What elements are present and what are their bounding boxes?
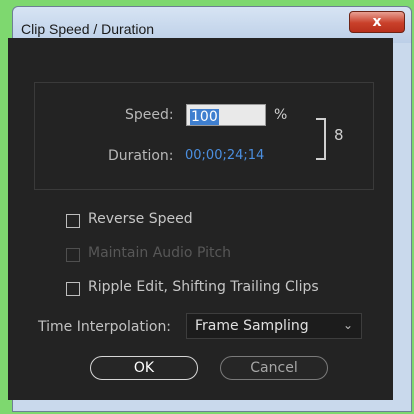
window-title: Clip Speed / Duration — [21, 21, 155, 37]
close-button[interactable]: x — [349, 11, 405, 33]
percent-unit: % — [274, 107, 288, 123]
cancel-button[interactable]: Cancel — [220, 356, 328, 380]
time-interpolation-select[interactable]: Frame Sampling ⌄ — [186, 313, 362, 339]
chevron-down-icon: ⌄ — [342, 318, 353, 332]
time-interpolation-value: Frame Sampling — [195, 318, 309, 334]
link-bracket — [316, 118, 326, 160]
duration-value[interactable]: 00;00;24;14 — [185, 148, 264, 163]
maintain-audio-pitch-label: Maintain Audio Pitch — [88, 245, 232, 261]
speed-label: Speed: — [125, 107, 174, 123]
ripple-edit-label[interactable]: Ripple Edit, Shifting Trailing Clips — [88, 279, 319, 295]
duration-label: Duration: — [108, 148, 174, 164]
time-interpolation-label: Time Interpolation: — [38, 319, 172, 335]
maintain-audio-pitch-checkbox[interactable] — [66, 248, 80, 262]
close-icon: x — [372, 14, 382, 30]
reverse-speed-label[interactable]: Reverse Speed — [88, 211, 193, 227]
speed-input[interactable]: 100 — [186, 104, 266, 126]
ripple-edit-checkbox[interactable] — [66, 282, 80, 296]
reverse-speed-checkbox[interactable] — [66, 214, 80, 228]
dialog-content: Speed: 100 % Duration: 00;00;24;14 8 Rev… — [8, 38, 393, 400]
speed-value: 100 — [190, 109, 219, 125]
ok-button[interactable]: OK — [90, 356, 198, 380]
link-icon[interactable]: 8 — [334, 126, 344, 144]
